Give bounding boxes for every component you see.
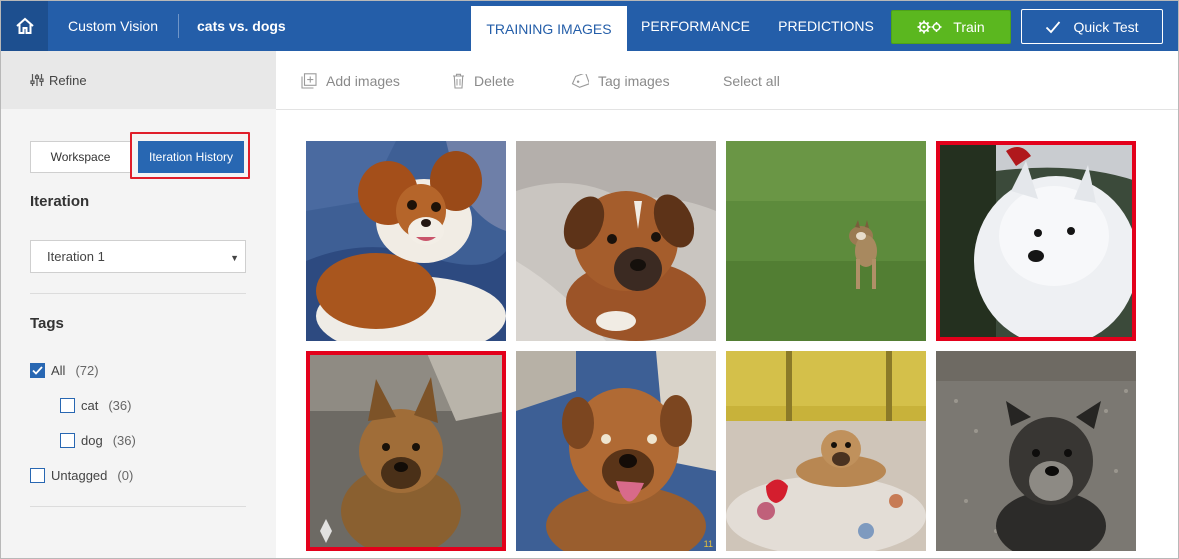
header-divider (178, 14, 179, 38)
quick-test-button[interactable]: Quick Test (1021, 9, 1163, 44)
checkbox[interactable] (60, 398, 75, 413)
tag-images-label: Tag images (598, 73, 670, 89)
checkmark-icon (32, 366, 43, 375)
gears-icon (917, 20, 942, 34)
iteration-heading: Iteration (30, 193, 90, 210)
image-overlay-number: 11 (703, 539, 713, 549)
app-window: Custom Vision cats vs. dogs TRAINING IMA… (0, 0, 1179, 559)
delete-button[interactable]: Delete (452, 73, 514, 89)
dog-photo (726, 141, 926, 341)
dog-photo (936, 351, 1136, 551)
sliders-icon (30, 74, 44, 86)
image-thumbnail[interactable] (726, 141, 926, 341)
add-images-button[interactable]: Add images (301, 73, 400, 89)
dog-photo (516, 351, 716, 551)
refine-label: Refine (49, 72, 87, 88)
image-grid: 11 (276, 111, 1178, 558)
iteration-select[interactable]: Iteration 1 ▼ (30, 240, 246, 273)
brand-link[interactable]: Custom Vision (68, 18, 158, 34)
tag-images-button[interactable]: Tag images (571, 73, 670, 89)
select-all-button[interactable]: Select all (723, 73, 780, 89)
tab-training-images[interactable]: TRAINING IMAGES (471, 6, 627, 51)
tag-filter-all[interactable]: All (72) (30, 363, 99, 378)
train-label: Train (953, 19, 985, 35)
dog-photo (306, 141, 506, 341)
image-toolbar: Add images Delete Tag images Select all (276, 51, 1178, 110)
add-image-icon (301, 73, 317, 89)
tag-count: (72) (75, 363, 99, 378)
tag-name: dog (81, 433, 103, 448)
tag-icon (571, 74, 589, 88)
dog-photo (726, 351, 926, 551)
refine-toggle[interactable]: Refine (1, 51, 276, 109)
tab-label: PREDICTIONS (778, 18, 874, 34)
dog-photo (516, 141, 716, 341)
delete-label: Delete (474, 73, 515, 89)
checkbox[interactable] (60, 433, 75, 448)
image-thumbnail-flagged[interactable] (306, 351, 506, 551)
sidebar: Refine Workspace Iteration History Itera… (1, 51, 276, 558)
workspace-toggle-button[interactable]: Workspace (30, 141, 131, 173)
workspace-label: Workspace (50, 150, 111, 164)
dog-photo (936, 141, 1136, 341)
tag-count: (36) (108, 398, 132, 413)
divider (30, 293, 246, 294)
tag-name: All (51, 363, 66, 378)
caret-down-icon: ▼ (230, 253, 239, 263)
iteration-selected-value: Iteration 1 (47, 249, 105, 264)
top-bar: Custom Vision cats vs. dogs TRAINING IMA… (1, 1, 1178, 51)
image-thumbnail[interactable] (726, 351, 926, 551)
checkbox-checked[interactable] (30, 363, 45, 378)
image-thumbnail[interactable] (936, 351, 1136, 551)
tab-label: PERFORMANCE (641, 18, 750, 34)
image-thumbnail[interactable] (516, 141, 716, 341)
project-name: cats vs. dogs (197, 18, 286, 34)
tag-filter-untagged[interactable]: Untagged (0) (30, 468, 133, 483)
tag-filter-dog[interactable]: dog (36) (60, 433, 136, 448)
quick-test-label: Quick Test (1073, 18, 1139, 35)
select-all-label: Select all (723, 73, 780, 89)
tab-performance[interactable]: PERFORMANCE (633, 1, 758, 51)
tags-heading: Tags (30, 315, 64, 332)
image-thumbnail[interactable] (306, 141, 506, 341)
image-thumbnail[interactable]: 11 (516, 351, 716, 551)
checkmark-icon (1046, 20, 1061, 33)
home-button[interactable] (1, 1, 48, 51)
dog-photo (306, 351, 506, 551)
tag-count: (36) (112, 433, 136, 448)
checkbox[interactable] (30, 468, 45, 483)
trash-icon (453, 73, 464, 89)
tab-label: TRAINING IMAGES (486, 20, 612, 37)
tag-filter-cat[interactable]: cat (36) (60, 398, 131, 413)
tag-name: Untagged (51, 468, 108, 483)
tag-count: (0) (117, 468, 134, 483)
tag-name: cat (81, 398, 99, 413)
highlight-box (130, 132, 250, 179)
tab-predictions[interactable]: PREDICTIONS (770, 1, 882, 51)
add-images-label: Add images (326, 73, 400, 89)
image-thumbnail-flagged[interactable] (936, 141, 1136, 341)
home-icon (15, 17, 34, 34)
train-button[interactable]: Train (891, 10, 1011, 44)
divider (30, 506, 246, 507)
